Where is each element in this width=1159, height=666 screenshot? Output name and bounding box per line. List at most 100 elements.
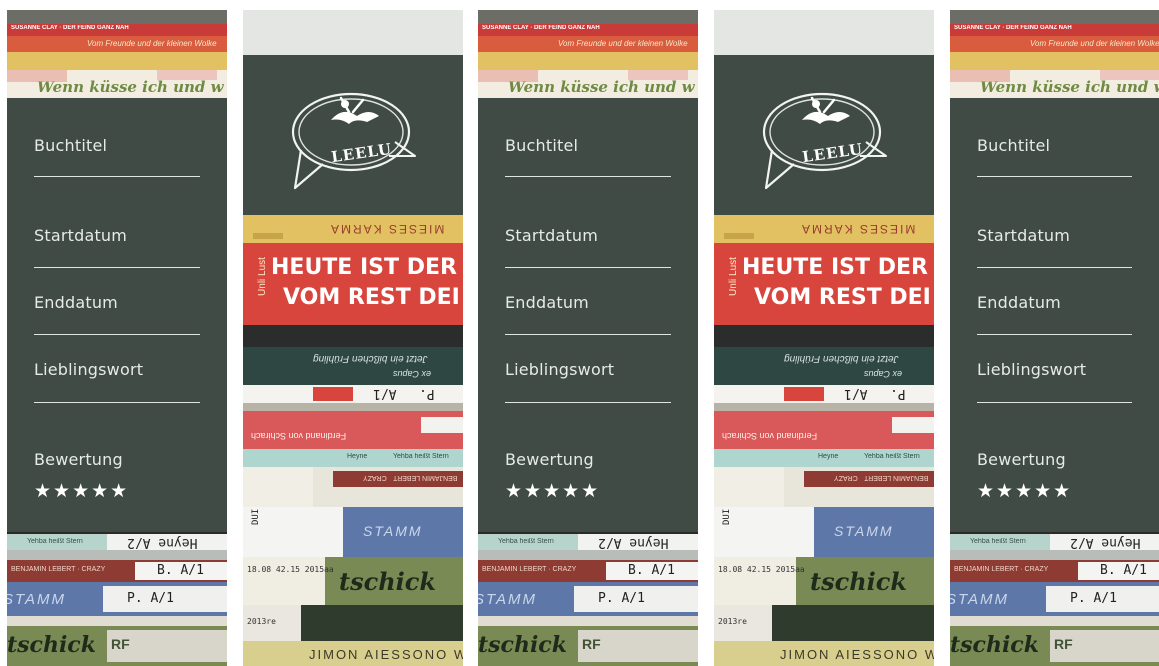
spine-text: Yehba heißt Stern — [498, 538, 554, 545]
spine-text: Vom Freunde und der kleinen Wolke — [558, 39, 688, 48]
book-spine: Wenn küsse ich und w — [478, 70, 698, 98]
book-spine: CRAZY BENJAMIN LEBERT — [714, 467, 934, 507]
book-spine — [478, 616, 698, 626]
spine-text: Yehba heißt Stern — [393, 453, 449, 460]
book-spine — [950, 550, 1159, 560]
book-spine: Yehba heißt Stern Heyne A/2 — [7, 534, 227, 550]
book-spine: MIESES KARMA — [243, 215, 463, 243]
write-line — [505, 267, 671, 268]
top-book-photo: SUSANNE CLAY · DER FEIND GANZ NAH Vom Fr… — [478, 10, 698, 98]
book-spine — [7, 10, 227, 24]
write-line — [977, 334, 1132, 335]
field-label: Buchtitel — [505, 136, 579, 155]
rating-stars[interactable]: ★★★★★ — [505, 480, 600, 502]
reading-log-form: Buchtitel Startdatum Enddatum Lieblingsw… — [505, 98, 671, 532]
spine-text: 18.08 42.15 2015aa — [247, 565, 334, 574]
rating-stars[interactable]: ★★★★★ — [977, 480, 1072, 502]
spine-text: Jetzt ein bißchen Frühling — [313, 353, 428, 364]
book-spine: STAMM P. A/1 — [7, 582, 227, 616]
bookmark-front-2: SUSANNE CLAY · DER FEIND GANZ NAH Vom Fr… — [478, 10, 698, 666]
field-label: Startdatum — [977, 226, 1071, 245]
spine-text: DUI 18.08 42.18 2013aw — [251, 507, 261, 525]
spine-text: Heyne — [818, 453, 839, 460]
bookmark-top-strip — [243, 10, 463, 55]
spine-text: A/1 — [844, 386, 868, 401]
star-icon[interactable]: ★★★★★ — [977, 480, 1072, 502]
bottom-book-photo: Yehba heißt Stern Heyne A/2 BENJAMIN LEB… — [478, 532, 698, 666]
book-spine: MIESES KARMA — [714, 215, 934, 243]
bookmark-sheet: SUSANNE CLAY · DER FEIND GANZ NAH Vom Fr… — [0, 0, 1159, 666]
spine-text: 2013re — [718, 617, 747, 626]
book-spine: Ferdinand von Schirach — [714, 411, 934, 449]
spine-text: RF — [111, 636, 130, 652]
write-line — [505, 402, 671, 403]
field-label: Buchtitel — [977, 136, 1051, 155]
book-spine: BENJAMIN LEBERT · CRAZY B. A/1 — [478, 560, 698, 582]
field-label: Lieblingswort — [34, 360, 144, 379]
spine-text: Yehba heißt Stern — [27, 538, 83, 545]
spine-text: Jetzt ein bißchen Frühling — [784, 353, 899, 364]
spine-text: RF — [1054, 636, 1073, 652]
book-spine: 18.08 42.15 2015aa tschick — [714, 557, 934, 605]
book-spine — [7, 550, 227, 560]
write-line — [34, 334, 200, 335]
top-book-photo: SUSANNE CLAY · DER FEIND GANZ NAH Vom Fr… — [7, 10, 227, 98]
spine-text: B. A/1 — [628, 563, 675, 578]
field-label: Lieblingswort — [977, 360, 1087, 379]
book-spine — [243, 325, 463, 347]
book-spine: STAMM P. A/1 — [950, 582, 1159, 616]
book-spine: BENJAMIN LEBERT · CRAZY B. A/1 — [950, 560, 1159, 582]
bottom-book-photo: Yehba heißt Stern Heyne A/2 BENJAMIN LEB… — [7, 532, 227, 666]
book-spine — [478, 10, 698, 24]
book-spine — [243, 403, 463, 411]
write-line — [505, 334, 671, 335]
spine-text: P. A/1 — [1070, 591, 1117, 606]
book-spine: Ferdinand von Schirach — [243, 411, 463, 449]
spine-text: HEUTE IST DER — [271, 255, 457, 280]
book-spine: CRAZY BENJAMIN LEBERT — [243, 467, 463, 507]
book-spine: Wenn küsse ich und w — [950, 70, 1159, 98]
spine-text: BENJAMIN LEBERT · CRAZY — [11, 566, 106, 573]
spine-text: Unli Lust — [727, 257, 739, 296]
book-spine: Jetzt ein bißchen Frühling ex Capus — [714, 347, 934, 385]
spine-text: 18.08 42.15 2015aa — [718, 565, 805, 574]
field-label: Startdatum — [34, 226, 128, 245]
book-spine: Yehba heißt Stern Heyne A/2 — [950, 534, 1159, 550]
spine-text: STAMM — [834, 523, 894, 539]
spine-text: CRAZY — [363, 474, 387, 481]
book-spine: SUSANNE CLAY · DER FEIND GANZ NAH — [478, 24, 698, 36]
book-spine — [714, 403, 934, 411]
spine-text: tschick — [810, 567, 908, 596]
book-spine: Heyne Yehba heißt Stern — [243, 449, 463, 467]
book-spine: STAMM P. A/1 — [478, 582, 698, 616]
spine-text: Heyne — [347, 453, 368, 460]
spine-text: CRAZY — [834, 474, 858, 481]
leelu-logo: LEELU — [283, 90, 423, 200]
book-spine: A/1 P. — [243, 385, 463, 403]
spine-text: Vom Freunde und der kleinen Wolke — [87, 39, 217, 48]
spine-text: Ferdinand von Schirach — [722, 431, 818, 441]
bookmark-front-3: SUSANNE CLAY · DER FEIND GANZ NAH Vom Fr… — [950, 10, 1159, 666]
spine-text: DUI 18.08 42.18 2013aw — [722, 507, 732, 525]
book-spine: Unli Lust HEUTE IST DER VOM REST DEI — [714, 243, 934, 325]
rating-label: Bewertung — [34, 450, 123, 469]
spine-text: Heyne A/2 — [127, 535, 198, 550]
write-line — [34, 402, 200, 403]
spine-text: P. A/1 — [127, 591, 174, 606]
spine-text: ex Capus — [393, 369, 432, 379]
spine-text: BENJAMIN LEBERT · CRAZY — [954, 566, 1049, 573]
spine-text: P. A/1 — [598, 591, 645, 606]
spine-text: tschick — [478, 632, 567, 658]
rating-stars[interactable]: ★★★★★ — [34, 480, 129, 502]
field-label: Startdatum — [505, 226, 599, 245]
book-spine: Vom Freunde und der kleinen Wolke — [950, 36, 1159, 52]
book-spine: DUI 18.08 42.18 2013aw STAMM — [714, 507, 934, 557]
book-spine — [950, 10, 1159, 24]
spine-text: Heyne A/2 — [1070, 535, 1141, 550]
star-icon[interactable]: ★★★★★ — [34, 480, 129, 502]
spine-text: tschick — [7, 632, 96, 658]
spine-text: RF — [582, 636, 601, 652]
spine-text: Unli Lust — [256, 257, 268, 296]
star-icon[interactable]: ★★★★★ — [505, 480, 600, 502]
book-spine — [7, 52, 227, 70]
